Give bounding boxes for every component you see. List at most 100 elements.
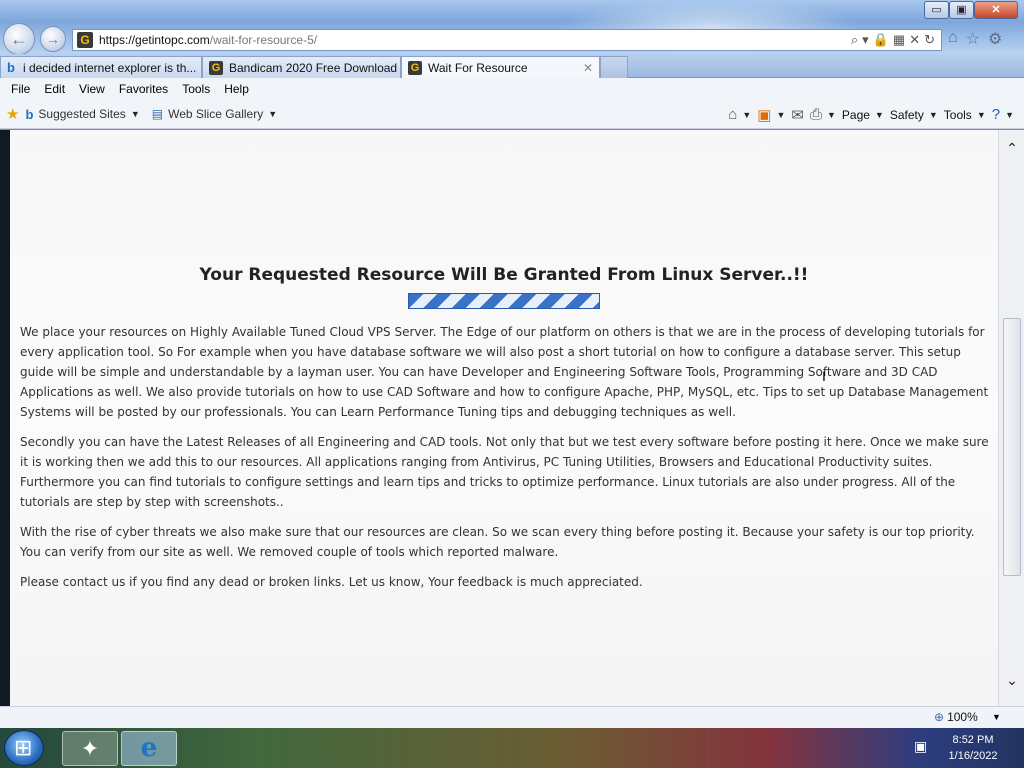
minimize-button[interactable]: ▭ bbox=[924, 1, 949, 19]
tab-label: Bandicam 2020 Free Download bbox=[229, 60, 398, 75]
zoom-icon: ⊕ bbox=[934, 710, 945, 724]
page-menu-label: Page bbox=[841, 107, 870, 122]
home-button[interactable]: ⌂ ▼ bbox=[728, 106, 751, 123]
paragraph-3: With the rise of cyber threats we also m… bbox=[20, 525, 975, 559]
stop-icon[interactable]: ✕ bbox=[909, 32, 920, 48]
tab-close-icon[interactable]: ✕ bbox=[583, 61, 593, 75]
favorites-star-icon[interactable]: ☆ bbox=[966, 29, 980, 49]
menu-help[interactable]: Help bbox=[217, 82, 256, 96]
scroll-down-icon[interactable]: ⌄ bbox=[999, 672, 1024, 696]
web-slice-gallery-button[interactable]: ▤ Web Slice Gallery ▼ bbox=[152, 107, 277, 121]
taskbar-app-button[interactable]: ✦ bbox=[62, 731, 118, 766]
paragraph-1: We place your resources on Highly Availa… bbox=[20, 325, 989, 419]
suggested-sites-label: Suggested Sites bbox=[38, 107, 126, 121]
text-cursor-icon: I bbox=[822, 368, 826, 384]
tab-label: i decided internet explorer is th... bbox=[22, 60, 197, 75]
favorites-bar: ★ b Suggested Sites ▼ ▤ Web Slice Galler… bbox=[0, 100, 1024, 129]
page-menu-button[interactable]: Page ▼ bbox=[842, 108, 884, 122]
internet-explorer-icon: e bbox=[140, 733, 158, 763]
printer-icon: ⎙ bbox=[809, 106, 822, 123]
gear-icon[interactable]: ⚙ bbox=[988, 29, 1002, 49]
tools-menu-label: Tools bbox=[943, 107, 972, 122]
tab-wait-for-resource[interactable]: G Wait For Resource ✕ bbox=[401, 56, 600, 78]
chevron-down-icon: ▼ bbox=[976, 109, 986, 120]
close-button[interactable]: ✕ bbox=[974, 1, 1018, 19]
address-bar[interactable]: G https://getintopc.com/wait-for-resourc… bbox=[72, 29, 942, 51]
page-viewport: Your Requested Resource Will Be Granted … bbox=[0, 130, 1024, 706]
menu-bar: File Edit View Favorites Tools Help bbox=[0, 78, 1024, 100]
system-clock[interactable]: 8:52 PM 1/16/2022 bbox=[940, 732, 1006, 764]
getintopc-icon: G bbox=[408, 60, 422, 75]
zoom-level: 100% bbox=[947, 710, 978, 724]
rss-icon: ▣ bbox=[757, 106, 772, 124]
help-button[interactable]: ? ▼ bbox=[992, 106, 1014, 123]
zoom-button[interactable]: ⊕ 100% bbox=[934, 710, 978, 724]
menu-tools[interactable]: Tools bbox=[175, 82, 217, 96]
chevron-down-icon: ▼ bbox=[130, 109, 140, 119]
taskbar-internet-explorer-button[interactable]: e bbox=[121, 731, 177, 766]
paragraph-2: Secondly you can have the Latest Release… bbox=[20, 435, 989, 509]
page-left-edge bbox=[0, 130, 10, 706]
maximize-button[interactable]: ▣ bbox=[949, 1, 974, 19]
tab-label: Wait For Resource bbox=[428, 60, 528, 75]
dropdown-icon[interactable]: ▾ bbox=[862, 32, 869, 48]
menu-file[interactable]: File bbox=[4, 82, 37, 96]
home-icon[interactable]: ⌂ bbox=[948, 29, 958, 49]
command-bar: ⌂ ▼ ▣ ▼ ✉ ⎙ ▼ Page ▼ Safety ▼ Tools ▼ ? ▼ bbox=[728, 100, 1014, 129]
new-tab-button[interactable] bbox=[600, 56, 628, 78]
vertical-scrollbar[interactable]: ⌃ ⌄ bbox=[998, 130, 1024, 706]
favorites-star-add-icon[interactable]: ★ bbox=[6, 105, 19, 123]
menu-edit[interactable]: Edit bbox=[37, 82, 72, 96]
chevron-down-icon: ▼ bbox=[776, 109, 786, 120]
back-arrow-icon: ← bbox=[10, 29, 28, 49]
mail-icon: ✉ bbox=[791, 106, 804, 124]
feeds-button[interactable]: ▣ ▼ bbox=[757, 106, 785, 124]
chevron-down-icon: ▼ bbox=[874, 109, 884, 120]
tab-strip: b i decided internet explorer is th... G… bbox=[0, 54, 1024, 78]
menu-favorites[interactable]: Favorites bbox=[112, 82, 175, 96]
tab-bandicam[interactable]: G Bandicam 2020 Free Download bbox=[202, 56, 401, 78]
lock-icon[interactable]: 🔒 bbox=[873, 32, 889, 48]
app-icon: ✦ bbox=[80, 736, 100, 761]
back-button[interactable]: ← bbox=[3, 23, 35, 55]
url-host[interactable]: https://getintopc.com bbox=[99, 33, 210, 47]
chevron-down-icon: ▼ bbox=[1005, 109, 1014, 120]
status-bar: ⊕ 100% ▼ bbox=[0, 706, 1024, 728]
getintopc-icon: G bbox=[209, 60, 223, 75]
suggested-sites-button[interactable]: b Suggested Sites ▼ bbox=[25, 107, 139, 122]
chevron-down-icon[interactable]: ▼ bbox=[992, 712, 1001, 722]
safety-menu-button[interactable]: Safety ▼ bbox=[890, 108, 938, 122]
bing-icon: b bbox=[25, 106, 34, 122]
forward-button[interactable]: → bbox=[40, 26, 66, 52]
web-slice-gallery-label: Web Slice Gallery bbox=[168, 107, 264, 121]
start-button[interactable] bbox=[4, 730, 44, 766]
paragraph-4: Please contact us if you find any dead o… bbox=[20, 575, 643, 589]
compatibility-view-icon[interactable]: ▦ bbox=[893, 32, 905, 48]
page-body: Your Requested Resource Will Be Granted … bbox=[10, 130, 998, 706]
chevron-down-icon: ▼ bbox=[268, 109, 278, 119]
web-slice-icon: ▤ bbox=[151, 107, 164, 121]
read-mail-button[interactable]: ✉ bbox=[791, 106, 804, 124]
url-path[interactable]: /wait-for-resource-5/ bbox=[210, 33, 317, 47]
clock-time: 8:52 PM bbox=[952, 734, 994, 746]
refresh-icon[interactable]: ↻ bbox=[924, 32, 935, 48]
network-icon[interactable]: ▣ bbox=[914, 738, 927, 755]
search-icon[interactable]: ⌕ bbox=[851, 32, 858, 48]
browser-right-icons: ⌂ ☆ ⚙ bbox=[948, 29, 1002, 49]
help-icon: ? bbox=[991, 106, 1001, 123]
getintopc-favicon-icon: G bbox=[77, 32, 93, 48]
clock-date: 1/16/2022 bbox=[948, 750, 998, 762]
tab-internet-explorer[interactable]: b i decided internet explorer is th... bbox=[0, 56, 202, 78]
chevron-down-icon: ▼ bbox=[928, 109, 938, 120]
page-title: Your Requested Resource Will Be Granted … bbox=[199, 265, 809, 285]
scroll-thumb[interactable] bbox=[1003, 318, 1021, 576]
print-button[interactable]: ⎙ ▼ bbox=[810, 106, 836, 123]
tools-menu-button[interactable]: Tools ▼ bbox=[944, 108, 986, 122]
home-icon: ⌂ bbox=[728, 106, 738, 123]
loading-progress-bar bbox=[408, 293, 600, 309]
bing-icon: b bbox=[7, 60, 15, 75]
forward-arrow-icon: → bbox=[46, 31, 60, 47]
chevron-down-icon: ▼ bbox=[742, 109, 752, 120]
menu-view[interactable]: View bbox=[72, 82, 112, 96]
scroll-up-icon[interactable]: ⌃ bbox=[999, 140, 1024, 164]
